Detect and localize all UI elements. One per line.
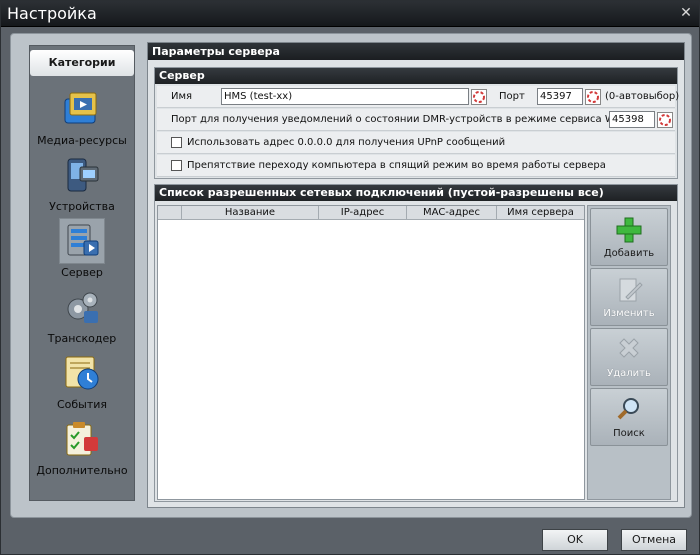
port-field[interactable]: 45397 — [537, 88, 583, 105]
server-icon — [59, 218, 105, 264]
column-header-select[interactable] — [158, 206, 182, 220]
window-title: Настройка — [7, 4, 97, 23]
connections-table[interactable]: Название IP-адрес MAC-адрес Имя сервера — [157, 205, 585, 500]
add-icon — [616, 217, 642, 243]
dmr-port-row: Порт для получения уведомлений о состоян… — [157, 109, 675, 131]
edit-button-label: Изменить — [603, 308, 655, 319]
sleep-checkbox[interactable] — [171, 160, 182, 171]
upnp-checkbox[interactable] — [171, 137, 182, 148]
connections-group: Список разрешенных сетевых подключений (… — [154, 184, 678, 502]
page-title: Параметры сервера — [148, 43, 684, 60]
search-button[interactable]: Поиск — [590, 388, 668, 446]
name-reset-icon[interactable] — [471, 89, 487, 105]
transcoder-icon — [59, 284, 105, 330]
sidebar-item-label: Устройства — [49, 200, 115, 213]
server-group-title: Сервер — [155, 68, 677, 84]
port-hint: (0-автовыбор) — [605, 91, 680, 102]
column-header-mac[interactable]: MAC-адрес — [407, 206, 497, 220]
ok-button[interactable]: OK — [542, 529, 608, 551]
upnp-checkbox-label: Использовать адрес 0.0.0.0 для получения… — [187, 137, 506, 148]
name-port-row: Имя HMS (test-xx) Порт 45397 (0-автовыбо… — [157, 86, 679, 108]
sidebar-item-events[interactable]: События — [30, 350, 134, 414]
content-panel: Категории Медиа-ресурсы Устройства Серве… — [10, 33, 692, 518]
port-reset-icon[interactable] — [585, 89, 601, 105]
title-bar[interactable]: Настройка ✕ — [1, 1, 699, 27]
dmr-port-label: Порт для получения уведомлений о состоян… — [171, 114, 650, 125]
sidebar-item-label: События — [56, 398, 108, 411]
server-name-field[interactable]: HMS (test-xx) — [221, 88, 469, 105]
port-label: Порт — [499, 91, 525, 102]
column-header-name[interactable]: Название — [182, 206, 319, 220]
edit-button[interactable]: Изменить — [590, 268, 668, 326]
search-button-label: Поиск — [613, 428, 645, 439]
additional-icon — [59, 416, 105, 462]
sidebar-item-label: Дополнительно — [36, 464, 128, 477]
categories-sidebar: Категории Медиа-ресурсы Устройства Серве… — [29, 45, 135, 501]
column-header-server-name[interactable]: Имя сервера — [497, 206, 584, 220]
events-icon — [59, 350, 105, 396]
add-button-label: Добавить — [603, 248, 655, 259]
sleep-checkbox-label: Препятствие переходу компьютера в спящий… — [187, 160, 606, 171]
cancel-button[interactable]: Отмена — [621, 529, 687, 551]
search-icon — [617, 398, 639, 420]
media-resources-icon — [59, 86, 105, 132]
categories-header: Категории — [30, 50, 134, 76]
sidebar-item-label: Транскодер — [47, 332, 117, 345]
column-header-ip[interactable]: IP-адрес — [319, 206, 407, 220]
add-button[interactable]: Добавить — [590, 208, 668, 266]
name-label: Имя — [171, 91, 193, 102]
sidebar-item-transcoder[interactable]: Транскодер — [30, 284, 134, 348]
sidebar-item-server[interactable]: Сервер — [30, 218, 134, 282]
server-group: Сервер Имя HMS (test-xx) Порт 45397 (0-а… — [154, 67, 679, 179]
connections-group-title: Список разрешенных сетевых подключений (… — [155, 185, 677, 201]
delete-icon — [619, 338, 639, 358]
sidebar-item-additional[interactable]: Дополнительно — [30, 416, 134, 480]
close-icon[interactable]: ✕ — [679, 6, 693, 20]
sidebar-item-label: Сервер — [61, 266, 103, 279]
connections-actions: Добавить Изменить Удалить Поиск — [587, 205, 671, 500]
dmr-port-field[interactable]: 45398 — [609, 111, 655, 128]
dmr-port-reset-icon[interactable] — [657, 112, 673, 128]
sidebar-item-devices[interactable]: Устройства — [30, 152, 134, 216]
delete-button-label: Удалить — [607, 368, 651, 379]
sidebar-item-media-resources[interactable]: Медиа-ресурсы — [30, 86, 134, 150]
upnp-checkbox-row[interactable]: Использовать адрес 0.0.0.0 для получения… — [157, 132, 675, 154]
edit-icon — [619, 278, 643, 302]
server-settings-panel: Параметры сервера Сервер Имя HMS (test-x… — [147, 42, 685, 508]
settings-window: Настройка ✕ Категории Медиа-ресурсы Устр… — [0, 0, 700, 555]
delete-button[interactable]: Удалить — [590, 328, 668, 386]
devices-icon — [59, 152, 105, 198]
sleep-checkbox-row[interactable]: Препятствие переходу компьютера в спящий… — [157, 155, 675, 177]
table-header: Название IP-адрес MAC-адрес Имя сервера — [158, 206, 584, 220]
sidebar-item-label: Медиа-ресурсы — [37, 134, 127, 147]
